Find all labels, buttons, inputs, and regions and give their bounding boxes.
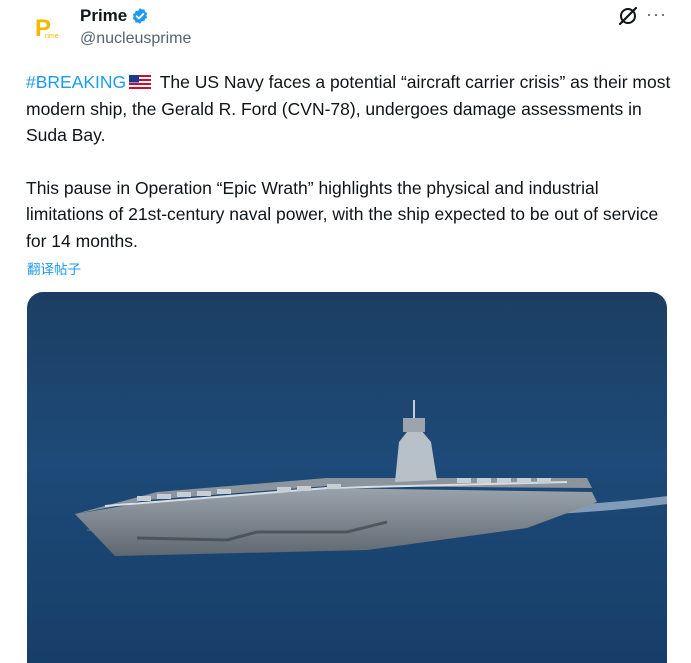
author-handle[interactable]: @nucleusprime xyxy=(80,30,191,48)
more-options-icon[interactable]: ··· xyxy=(646,3,667,25)
post-paragraph-1: #BREAKING The US Navy faces a potential … xyxy=(26,69,671,149)
post-media-image[interactable] xyxy=(27,292,667,663)
avatar[interactable]: P rime xyxy=(26,6,68,48)
translate-post-link[interactable]: 翻译帖子 xyxy=(27,258,81,278)
aircraft-carrier-photo xyxy=(27,292,667,663)
us-flag-icon xyxy=(129,70,152,89)
post-paragraph-2: This pause in Operation “Epic Wrath” hig… xyxy=(26,177,659,251)
hashtag-link[interactable]: #BREAKING xyxy=(26,72,126,92)
author-display-name[interactable]: Prime xyxy=(80,6,127,26)
grok-icon[interactable] xyxy=(617,5,639,27)
post-text: #BREAKING The US Navy faces a potential … xyxy=(26,69,671,254)
svg-text:rime: rime xyxy=(45,33,59,40)
verified-badge-icon xyxy=(131,7,149,25)
author-name-row: Prime xyxy=(80,6,149,26)
